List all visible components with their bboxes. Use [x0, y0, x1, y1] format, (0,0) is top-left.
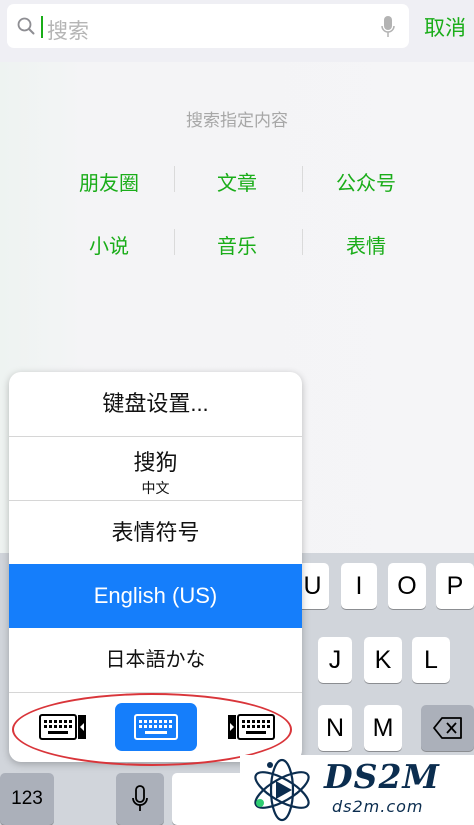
key-p[interactable]: P	[436, 563, 474, 609]
watermark-url: ds2m.com	[332, 797, 424, 816]
key-m[interactable]: M	[364, 705, 402, 751]
search-icon	[17, 17, 35, 40]
search-input[interactable]: 搜索	[7, 4, 409, 48]
backspace-icon	[432, 717, 462, 739]
search-bar: 搜索 取消	[0, 0, 474, 62]
menu-item-label: 搜狗	[133, 450, 178, 475]
category-novels[interactable]: 小说	[44, 230, 174, 259]
key-k[interactable]: K	[364, 637, 402, 683]
cancel-button[interactable]: 取消	[424, 12, 466, 42]
key-n[interactable]: N	[318, 705, 352, 751]
backspace-key[interactable]	[421, 705, 474, 751]
category-official-accounts[interactable]: 公众号	[301, 167, 431, 196]
category-articles[interactable]: 文章	[172, 167, 302, 196]
search-placeholder: 搜索	[47, 20, 89, 43]
key-l[interactable]: L	[412, 637, 450, 683]
dictation-key[interactable]	[116, 773, 164, 825]
microphone-icon	[132, 785, 148, 811]
menu-item-emoji[interactable]: 表情符号	[9, 501, 302, 564]
text-cursor	[41, 16, 43, 38]
key-o[interactable]: O	[388, 563, 426, 609]
menu-item-sublabel: 中文	[141, 480, 170, 496]
menu-item-keyboard-settings[interactable]: 键盘设置...	[9, 372, 302, 436]
key-i[interactable]: I	[341, 563, 377, 609]
watermark-title: DS2M	[324, 757, 440, 796]
category-moments[interactable]: 朋友圈	[44, 167, 174, 196]
category-stickers[interactable]: 表情	[301, 230, 431, 259]
atom-logo-icon	[254, 758, 310, 822]
menu-item-sogou[interactable]: 搜狗 中文	[9, 437, 302, 500]
key-j[interactable]: J	[318, 637, 352, 683]
watermark: DS2M ds2m.com	[240, 755, 474, 825]
numbers-key[interactable]: 123	[0, 773, 54, 825]
search-hint: 搜索指定内容	[186, 111, 288, 130]
menu-item-english[interactable]: English (US)	[9, 564, 302, 628]
category-music[interactable]: 音乐	[172, 230, 302, 259]
microphone-icon[interactable]	[381, 16, 395, 43]
menu-item-japanese-kana[interactable]: 日本語かな	[9, 628, 302, 692]
